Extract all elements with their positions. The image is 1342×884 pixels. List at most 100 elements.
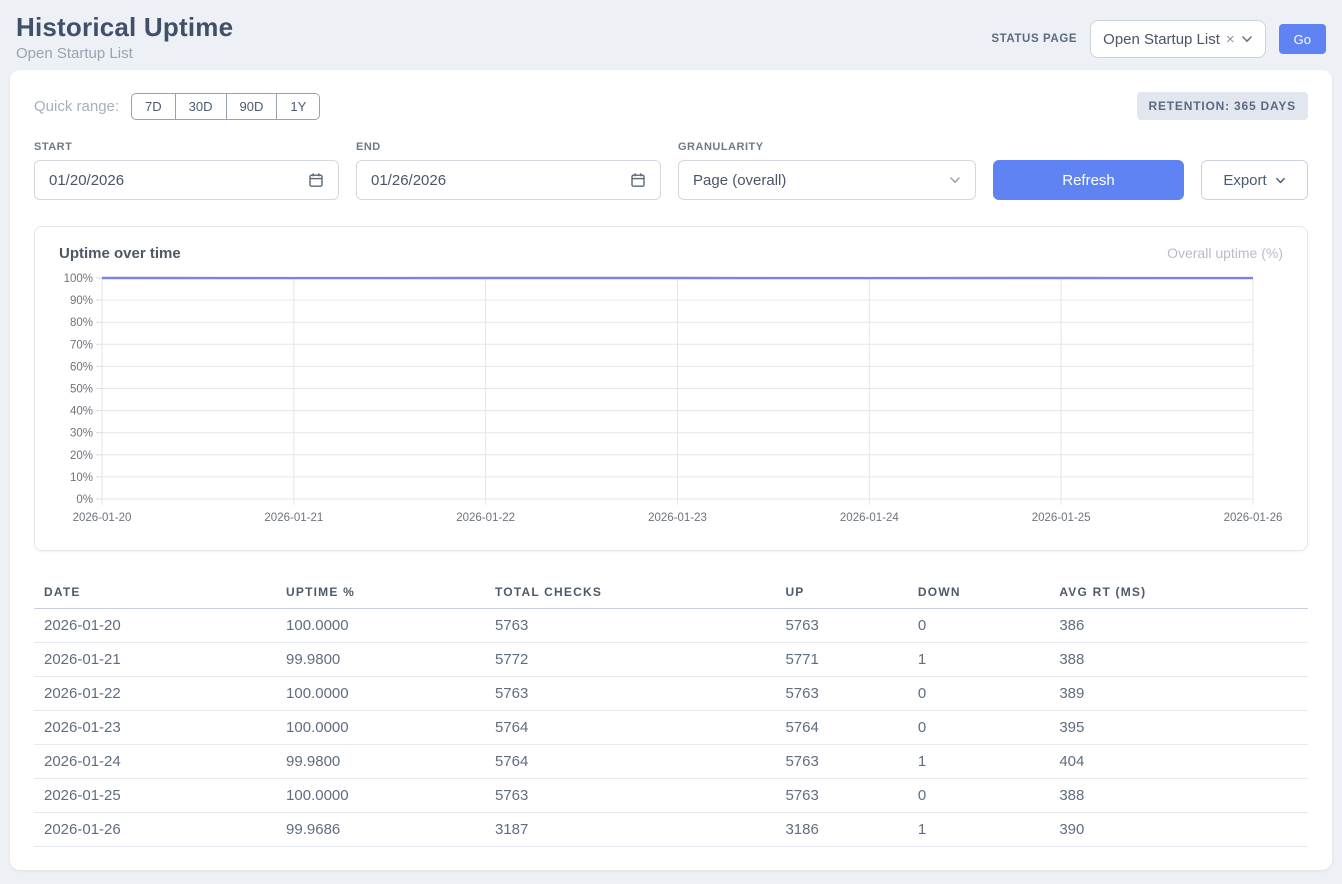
chart-title: Uptime over time [59, 245, 181, 262]
end-date-value: 01/26/2026 [371, 172, 446, 189]
table-row: 2026-01-25100.0000576357630388 [34, 779, 1308, 813]
svg-text:2026-01-20: 2026-01-20 [73, 512, 132, 524]
title-block: Historical Uptime Open Startup List [16, 12, 233, 62]
table-cell: 99.9800 [276, 643, 485, 677]
table-head: DATE UPTIME % TOTAL CHECKS UP DOWN AVG R… [34, 576, 1308, 609]
table-cell: 404 [1049, 745, 1308, 779]
start-date-field: START 01/20/2026 [34, 141, 339, 200]
end-date-field: END 01/26/2026 [356, 141, 661, 200]
calendar-icon[interactable] [308, 172, 324, 188]
table-cell: 3187 [485, 813, 775, 847]
export-label: Export [1223, 172, 1266, 189]
table-cell: 0 [908, 779, 1049, 813]
table-cell: 5763 [775, 677, 907, 711]
svg-text:100%: 100% [64, 273, 93, 285]
table-cell: 0 [908, 609, 1049, 643]
col-total-checks: TOTAL CHECKS [485, 576, 775, 609]
svg-text:2026-01-21: 2026-01-21 [264, 512, 323, 524]
svg-text:50%: 50% [70, 384, 93, 396]
filter-fields-row: START 01/20/2026 END 01/26/2026 GRANULAR… [34, 141, 1308, 200]
table-cell: 100.0000 [276, 711, 485, 745]
table-cell: 2026-01-26 [34, 813, 276, 847]
table-row: 2026-01-2199.9800577257711388 [34, 643, 1308, 677]
quick-range-row: Quick range: 7D 30D 90D 1Y RETENTION: 36… [34, 92, 1308, 120]
table-cell: 3186 [775, 813, 907, 847]
table-cell: 388 [1049, 779, 1308, 813]
granularity-field: GRANULARITY Page (overall) [678, 141, 976, 200]
uptime-table-body: 2026-01-20100.00005763576303862026-01-21… [34, 609, 1308, 847]
clear-icon[interactable]: × [1226, 32, 1235, 47]
svg-text:2026-01-23: 2026-01-23 [648, 512, 707, 524]
chart-header: Uptime over time Overall uptime (%) [59, 245, 1283, 262]
svg-text:80%: 80% [70, 317, 93, 329]
table-cell: 388 [1049, 643, 1308, 677]
status-page-select[interactable]: Open Startup List × [1090, 20, 1266, 58]
svg-text:2026-01-25: 2026-01-25 [1032, 512, 1091, 524]
table-cell: 100.0000 [276, 609, 485, 643]
table-cell: 390 [1049, 813, 1308, 847]
table-cell: 5763 [485, 779, 775, 813]
quick-range-30d[interactable]: 30D [176, 93, 227, 120]
quick-range-group: 7D 30D 90D 1Y [131, 93, 320, 120]
page-subtitle: Open Startup List [16, 45, 233, 62]
calendar-icon[interactable] [630, 172, 646, 188]
end-date-input[interactable]: 01/26/2026 [356, 160, 661, 200]
table-cell: 1 [908, 643, 1049, 677]
quick-range-7d[interactable]: 7D [131, 93, 176, 120]
topbar-right: STATUS PAGE Open Startup List × Go [991, 20, 1326, 58]
start-date-value: 01/20/2026 [49, 172, 124, 189]
table-cell: 2026-01-25 [34, 779, 276, 813]
table-cell: 99.9686 [276, 813, 485, 847]
table-row: 2026-01-22100.0000576357630389 [34, 677, 1308, 711]
refresh-button[interactable]: Refresh [993, 160, 1184, 200]
table-cell: 5763 [485, 677, 775, 711]
start-label: START [34, 141, 339, 153]
end-label: END [356, 141, 661, 153]
chart-legend[interactable]: Overall uptime (%) [1167, 245, 1283, 261]
table-cell: 5772 [485, 643, 775, 677]
main-panel: Quick range: 7D 30D 90D 1Y RETENTION: 36… [10, 70, 1332, 870]
go-button[interactable]: Go [1279, 24, 1326, 54]
table-cell: 5764 [485, 745, 775, 779]
table-cell: 5764 [485, 711, 775, 745]
status-page-value: Open Startup List [1103, 31, 1220, 48]
granularity-value: Page (overall) [693, 172, 786, 189]
svg-text:20%: 20% [70, 450, 93, 462]
quick-range-1y[interactable]: 1Y [277, 93, 320, 120]
table-cell: 99.9800 [276, 745, 485, 779]
table-cell: 2026-01-23 [34, 711, 276, 745]
svg-text:0%: 0% [76, 494, 93, 506]
table-cell: 5763 [775, 779, 907, 813]
table-cell: 395 [1049, 711, 1308, 745]
chevron-down-icon [949, 174, 961, 186]
col-date: DATE [34, 576, 276, 609]
table-cell: 5763 [775, 609, 907, 643]
topbar: Historical Uptime Open Startup List STAT… [0, 0, 1342, 70]
table-cell: 0 [908, 711, 1049, 745]
quick-range-90d[interactable]: 90D [227, 93, 278, 120]
table-cell: 2026-01-20 [34, 609, 276, 643]
uptime-chart: 2026-01-202026-01-212026-01-222026-01-23… [59, 270, 1283, 538]
export-button[interactable]: Export [1201, 160, 1308, 200]
granularity-select[interactable]: Page (overall) [678, 160, 976, 200]
table-cell: 5763 [775, 745, 907, 779]
col-up: UP [775, 576, 907, 609]
granularity-label: GRANULARITY [678, 141, 976, 153]
table-cell: 0 [908, 677, 1049, 711]
table-cell: 2026-01-21 [34, 643, 276, 677]
chevron-down-icon [1275, 175, 1286, 186]
table-row: 2026-01-23100.0000576457640395 [34, 711, 1308, 745]
svg-text:30%: 30% [70, 428, 93, 440]
col-avg-rt: AVG RT (MS) [1049, 576, 1308, 609]
table-cell: 386 [1049, 609, 1308, 643]
svg-text:40%: 40% [70, 406, 93, 418]
quick-range-label: Quick range: [34, 98, 119, 115]
svg-text:10%: 10% [70, 472, 93, 484]
uptime-chart-card: Uptime over time Overall uptime (%) 2026… [34, 226, 1308, 551]
chevron-down-icon [1241, 33, 1253, 45]
table-cell: 1 [908, 745, 1049, 779]
table-cell: 5764 [775, 711, 907, 745]
start-date-input[interactable]: 01/20/2026 [34, 160, 339, 200]
col-uptime: UPTIME % [276, 576, 485, 609]
table-cell: 389 [1049, 677, 1308, 711]
